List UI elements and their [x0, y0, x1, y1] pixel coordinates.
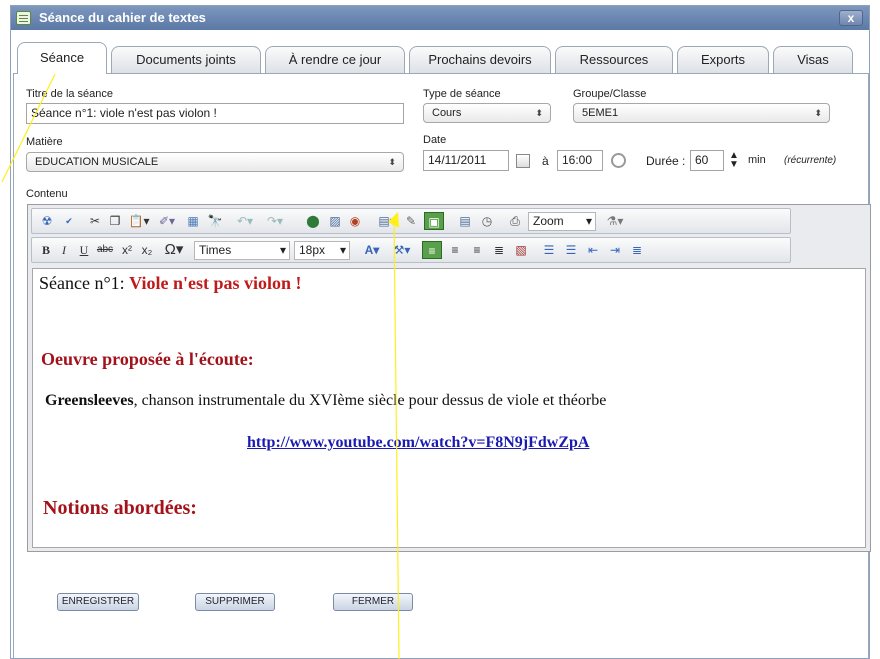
- annotation-overlay: [1, 58, 400, 659]
- callout-line-tab: [1, 67, 59, 183]
- tab-seance[interactable]: Séance: [17, 42, 107, 74]
- callout-line-link: [393, 219, 400, 659]
